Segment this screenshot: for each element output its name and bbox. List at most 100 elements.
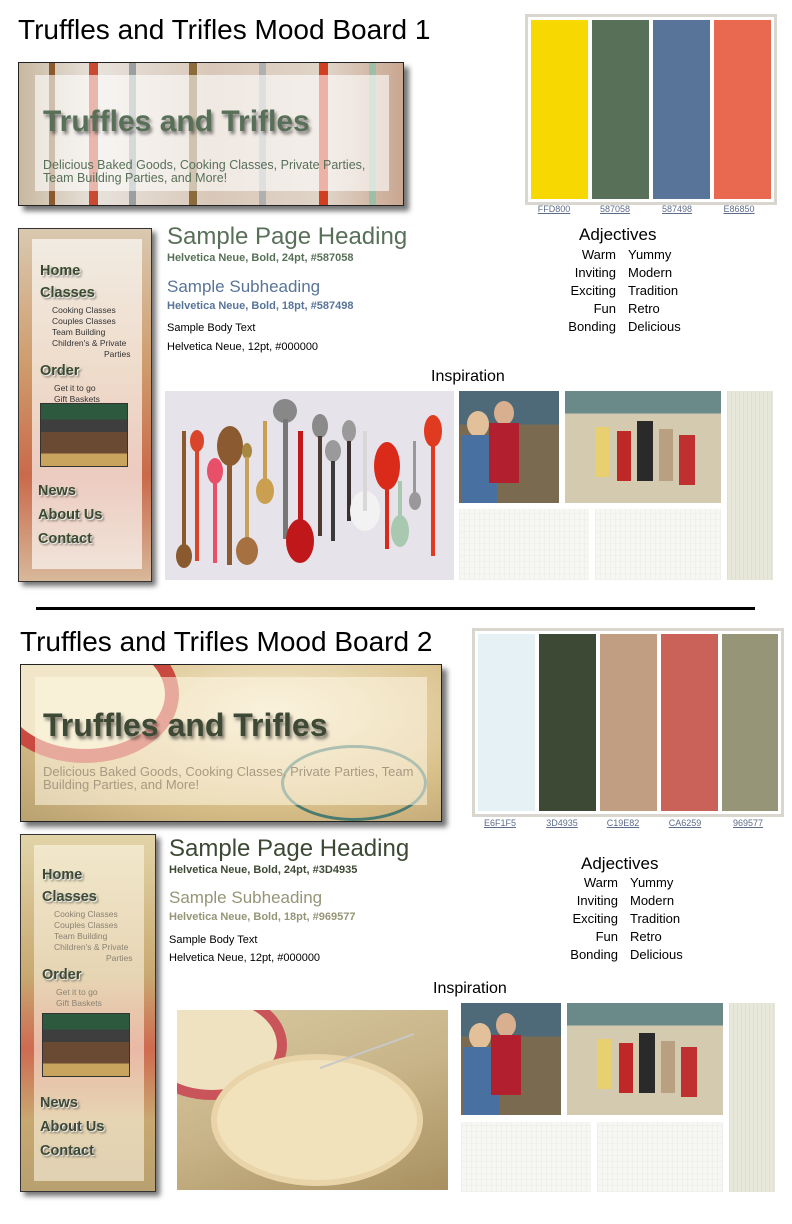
banner-overlay: Truffles and Trifles Delicious Baked Goo… [35, 75, 389, 191]
adjective: Tradition [628, 283, 679, 298]
hex-label: FFD800 [537, 204, 571, 214]
color-palette [525, 14, 777, 205]
hex-label: E86850 [723, 204, 755, 214]
nav-subitem[interactable]: Gift Baskets [56, 998, 102, 1008]
nav-subitem[interactable]: Children's & Private [54, 942, 128, 952]
swatch-4 [714, 20, 771, 199]
adjectives-left: Warm Inviting Exciting Fun Bonding [528, 874, 618, 964]
body-spec: Helvetica Neue, 12pt, #000000 [169, 952, 321, 964]
inspiration-label: Inspiration [433, 980, 507, 997]
swatch-1 [531, 20, 588, 199]
adjectives-right: Yummy Modern Tradition Retro Delicious [628, 246, 718, 336]
hex-label: E6F1F5 [483, 818, 516, 828]
heading-spec: Helvetica Neue, Bold, 24pt, #3D4935 [169, 864, 358, 876]
adjective: Fun [595, 929, 618, 944]
swatch-1 [478, 634, 535, 811]
banner: Truffles and Trifles Delicious Baked Goo… [18, 62, 404, 206]
nav-store-photo [40, 403, 128, 467]
adjective: Yummy [630, 875, 674, 890]
paper-texture [459, 509, 589, 580]
banner-title: Truffles and Trifles [43, 105, 310, 138]
paper-texture [595, 509, 721, 580]
adjective: Modern [630, 893, 675, 908]
swatch-2 [592, 20, 649, 199]
nav-contact[interactable]: Contact [40, 1143, 94, 1159]
adjective: Exciting [570, 283, 616, 298]
sample-body: Sample Body Text [167, 322, 256, 334]
nav-subitem[interactable]: Parties [106, 953, 132, 963]
paper-texture [461, 1122, 591, 1192]
banner-tagline: Delicious Baked Goods, Cooking Classes, … [43, 158, 366, 185]
adjective: Warm [583, 875, 618, 890]
spoons-photo [165, 391, 454, 580]
sample-body: Sample Body Text [169, 934, 258, 946]
nav-subitem[interactable]: Team Building [52, 327, 105, 337]
swatch-5 [722, 634, 778, 811]
nav-news[interactable]: News [40, 1095, 78, 1111]
adjectives-right: Yummy Modern Tradition Retro Delicious [630, 874, 720, 964]
adjective: Bonding [570, 947, 618, 962]
board-title: Truffles and Trifles Mood Board 2 [20, 626, 433, 657]
adjective: Yummy [628, 247, 672, 262]
hex-label: 587498 [661, 204, 693, 214]
heading-spec: Helvetica Neue, Bold, 24pt, #587058 [167, 252, 354, 264]
banner: Truffles and Trifles Delicious Baked Goo… [20, 664, 442, 822]
adjective: Retro [628, 301, 660, 316]
adjective: Retro [630, 929, 662, 944]
adjective: Inviting [576, 893, 618, 908]
adjective: Bonding [568, 319, 616, 334]
swatch-3 [600, 634, 657, 811]
nav-about[interactable]: About Us [40, 1119, 104, 1135]
nav-overlay: Home Classes Cooking Classes Couples Cla… [34, 845, 144, 1181]
banner-tagline: Delicious Baked Goods, Cooking Classes, … [43, 764, 414, 792]
color-palette [472, 628, 784, 817]
kitchen-photo-women [461, 1003, 561, 1115]
nav-order[interactable]: Order [42, 967, 82, 983]
adjective: Delicious [628, 319, 681, 334]
sample-subheading: Sample Subheading [167, 277, 321, 296]
nav-classes[interactable]: Classes [40, 285, 95, 301]
banner-overlay: Truffles and Trifles Delicious Baked Goo… [35, 677, 427, 805]
kitchen-photo-women [459, 391, 559, 503]
nav-subitem[interactable]: Couples Classes [54, 920, 118, 930]
nav-news[interactable]: News [38, 483, 76, 499]
adjectives-title: Adjectives [581, 854, 659, 873]
hex-label: 969577 [732, 818, 764, 828]
nav-subitem[interactable]: Cooking Classes [52, 305, 116, 315]
adjective: Warm [581, 247, 616, 262]
nav-home[interactable]: Home [42, 867, 82, 883]
nav-subitem[interactable]: Parties [104, 349, 130, 359]
nav-home[interactable]: Home [40, 263, 80, 279]
nav-overlay: Home Classes Cooking Classes Couples Cla… [32, 239, 142, 569]
hex-label: CA6259 [668, 818, 702, 828]
nav-subitem[interactable]: Cooking Classes [54, 909, 118, 919]
adjective: Exciting [572, 911, 618, 926]
mood-board-2: Truffles and Trifles Mood Board 2 Truffl… [0, 612, 792, 1224]
subheading-spec: Helvetica Neue, Bold, 18pt, #587498 [167, 300, 354, 312]
nav-sidebar: Home Classes Cooking Classes Couples Cla… [18, 228, 152, 582]
nav-subitem[interactable]: Couples Classes [52, 316, 116, 326]
nav-classes[interactable]: Classes [42, 889, 97, 905]
nav-sidebar: Home Classes Cooking Classes Couples Cla… [20, 834, 156, 1192]
nav-subitem[interactable]: Children's & Private [52, 338, 126, 348]
paper-texture [597, 1122, 723, 1192]
sample-heading: Sample Page Heading [169, 835, 410, 862]
adjective: Tradition [630, 911, 681, 926]
mood-board-1: Truffles and Trifles Mood Board 1 Truffl… [0, 0, 792, 612]
banner-title: Truffles and Trifles [43, 707, 328, 743]
nav-contact[interactable]: Contact [38, 531, 92, 547]
adjectives-left: Warm Inviting Exciting Fun Bonding [526, 246, 616, 336]
inspiration-label: Inspiration [431, 368, 505, 385]
adjective: Modern [628, 265, 673, 280]
hex-label: 587058 [599, 204, 631, 214]
nav-subitem[interactable]: Team Building [54, 931, 107, 941]
nav-order[interactable]: Order [40, 363, 80, 379]
body-spec: Helvetica Neue, 12pt, #000000 [167, 341, 319, 353]
divider [36, 607, 755, 610]
nav-about[interactable]: About Us [38, 507, 102, 523]
subheading-spec: Helvetica Neue, Bold, 18pt, #969577 [169, 911, 356, 923]
nav-store-photo [42, 1013, 130, 1077]
nav-subitem[interactable]: Get it to go [56, 987, 98, 997]
swatch-3 [653, 20, 710, 199]
nav-subitem[interactable]: Get it to go [54, 383, 96, 393]
